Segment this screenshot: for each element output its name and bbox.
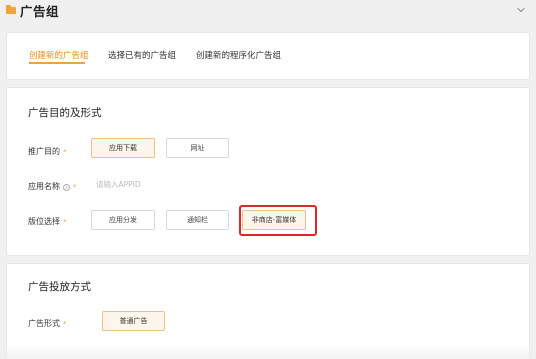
info-icon: i (63, 184, 70, 191)
bottom-fade (0, 345, 536, 359)
tab-create-programmatic-group[interactable]: 创建新的程序化广告组 (196, 49, 281, 61)
tab-create-new-group[interactable]: 创建新的广告组 (29, 49, 89, 61)
tab-select-existing-group[interactable]: 选择已有的广告组 (108, 49, 176, 61)
required-star: * (63, 148, 67, 156)
placement-label: 版位选择 * (28, 217, 67, 226)
section-title-delivery: 广告投放方式 (28, 281, 91, 293)
group-title: 广告组 (20, 4, 60, 19)
highlight-box (239, 205, 317, 236)
promo-option-url[interactable]: 网址 (166, 138, 229, 158)
format-option-standard-ad[interactable]: 普通广告 (102, 311, 165, 331)
required-star: * (63, 218, 67, 226)
chevron-down-icon[interactable] (516, 5, 526, 15)
placement-option-app-distribution[interactable]: 应用分发 (91, 210, 155, 230)
section-title-goal: 广告目的及形式 (28, 107, 102, 119)
required-star: * (63, 320, 67, 328)
required-star: * (73, 183, 77, 191)
folder-icon (6, 5, 16, 14)
app-name-label: 应用名称 i * (28, 182, 77, 191)
promo-option-app-download[interactable]: 应用下载 (91, 138, 155, 158)
app-id-input[interactable]: 请输入APPID (96, 179, 141, 190)
placement-option-notification[interactable]: 通知栏 (166, 210, 229, 230)
goal-format-card: 广告目的及形式 推广目的 * 应用下载 网址 应用名称 i * 请输入APPID 版位… (6, 87, 530, 256)
ad-format-label: 广告形式 * (28, 319, 67, 328)
promo-goal-label: 推广目的 * (28, 147, 67, 156)
tabs-card: 创建新的广告组 选择已有的广告组 创建新的程序化广告组 (6, 32, 530, 80)
group-header[interactable]: 广告组 (0, 0, 536, 26)
active-tab-indicator (29, 62, 85, 64)
